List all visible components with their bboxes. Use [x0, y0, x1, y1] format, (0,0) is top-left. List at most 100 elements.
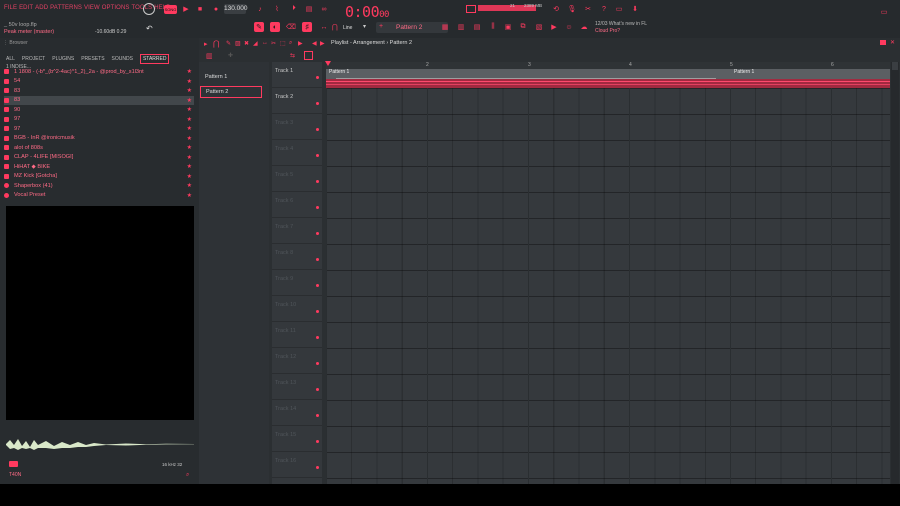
- snap-select[interactable]: Line: [343, 25, 352, 31]
- tab-project[interactable]: PROJECT: [22, 56, 45, 62]
- mute-led-icon[interactable]: [316, 414, 319, 417]
- arrangement-grid[interactable]: Pattern 1 Pattern 1: [326, 62, 890, 484]
- list-item[interactable]: MZ Kick [Gotcha] ★: [4, 172, 194, 182]
- track-header[interactable]: Track 13: [272, 374, 322, 400]
- plugin-icon[interactable]: ⧉: [518, 22, 528, 32]
- pattern-item[interactable]: Pattern 1: [200, 71, 262, 83]
- search-icon[interactable]: ⌕: [186, 472, 189, 479]
- edit-icon[interactable]: [304, 51, 313, 60]
- loop-record-icon[interactable]: ∞: [319, 4, 329, 14]
- window-maximize-icon[interactable]: [880, 40, 886, 45]
- timeline-ruler[interactable]: 2 3 4 5 6: [326, 62, 890, 69]
- track-header[interactable]: Track 6: [272, 192, 322, 218]
- list-item[interactable]: 97 ★: [4, 115, 194, 125]
- smile-icon[interactable]: ☺: [564, 22, 574, 32]
- list-item[interactable]: Vocal Preset ★: [4, 191, 194, 201]
- tool-mute-icon[interactable]: ♯: [302, 22, 312, 32]
- track-header[interactable]: Track 14: [272, 400, 322, 426]
- menu-file[interactable]: FILE: [4, 5, 17, 11]
- tab-plugins[interactable]: PLUGINS: [52, 56, 74, 62]
- track-header[interactable]: Track 8: [272, 244, 322, 270]
- tool-delete-icon[interactable]: ⌫: [286, 22, 296, 32]
- piano-icon[interactable]: ▥: [206, 52, 213, 60]
- arrow-right-icon[interactable]: ▶: [320, 40, 325, 47]
- snap-magnet-icon[interactable]: ⋂: [332, 23, 338, 31]
- mute-led-icon[interactable]: [316, 232, 319, 235]
- star-icon[interactable]: ★: [187, 182, 192, 189]
- star-icon[interactable]: ★: [187, 68, 192, 75]
- mute-led-icon[interactable]: [316, 362, 319, 365]
- play-icon[interactable]: ▶: [181, 4, 191, 14]
- mute-led-icon[interactable]: [316, 180, 319, 183]
- slip-tool-icon[interactable]: ↔: [262, 40, 268, 46]
- vertical-scrollbar[interactable]: [891, 62, 899, 484]
- chevron-down-icon[interactable]: ▾: [363, 23, 366, 30]
- star-icon[interactable]: ★: [187, 97, 192, 104]
- track-header[interactable]: Track 10: [272, 296, 322, 322]
- mute-led-icon[interactable]: [316, 258, 319, 261]
- track-header[interactable]: Track 16: [272, 452, 322, 478]
- project-icon[interactable]: ▧: [534, 22, 544, 32]
- window-minimize-icon[interactable]: ▭: [879, 7, 889, 17]
- channel-rack-icon[interactable]: ▤: [472, 22, 482, 32]
- pattern-selector[interactable]: + Pattern 2: [376, 22, 448, 33]
- plus-icon[interactable]: ✚: [228, 52, 233, 59]
- track-header[interactable]: Track 2: [272, 88, 322, 114]
- list-item[interactable]: 1 1808 - (-b*_(b^2-4ac)^1_2)_2a - @prod_…: [4, 67, 194, 77]
- list-item[interactable]: 83 ★: [4, 86, 194, 96]
- playback-tool-icon[interactable]: ▶: [298, 40, 303, 47]
- mute-led-icon[interactable]: [316, 388, 319, 391]
- scroll-thumb[interactable]: [892, 62, 898, 70]
- star-icon[interactable]: ★: [187, 144, 192, 151]
- star-icon[interactable]: ★: [187, 78, 192, 85]
- browser-icon[interactable]: ▣: [503, 22, 513, 32]
- delete-tool-icon[interactable]: ✖: [244, 40, 249, 47]
- star-icon[interactable]: ★: [187, 173, 192, 180]
- mixer-icon[interactable]: ⫼: [488, 22, 498, 32]
- sample-waveform[interactable]: [6, 436, 194, 452]
- undo-icon[interactable]: ⟲: [551, 4, 561, 14]
- countdown-icon[interactable]: ⌇: [272, 4, 282, 14]
- menu-edit[interactable]: EDIT: [19, 5, 33, 11]
- mute-led-icon[interactable]: [316, 440, 319, 443]
- pitch-icon[interactable]: ↶: [146, 24, 153, 33]
- track-header[interactable]: Track 15: [272, 426, 322, 452]
- mute-led-icon[interactable]: [316, 128, 319, 131]
- pat-song-toggle[interactable]: SONG: [164, 5, 177, 14]
- paint-tool-icon[interactable]: ▨: [235, 40, 241, 47]
- close-icon[interactable]: ✕: [890, 39, 895, 46]
- tempo-display[interactable]: 130.000: [224, 4, 248, 14]
- track-header[interactable]: Track 11: [272, 322, 322, 348]
- list-item-selected[interactable]: 83 ★: [4, 95, 194, 105]
- time-display[interactable]: 0:0000: [345, 3, 389, 21]
- scissors-icon[interactable]: ✂: [583, 4, 593, 14]
- list-item[interactable]: BGB - InR @ironicmusik ★: [4, 134, 194, 144]
- arrows-icon[interactable]: ⇆: [290, 52, 295, 59]
- track-header[interactable]: Track 1: [272, 62, 322, 88]
- stop-icon[interactable]: ■: [195, 4, 205, 14]
- star-icon[interactable]: ★: [187, 154, 192, 161]
- master-volume-knob[interactable]: [143, 3, 155, 15]
- speaker-icon[interactable]: [9, 461, 18, 467]
- star-icon[interactable]: ★: [187, 163, 192, 170]
- mute-tool-icon[interactable]: ◢: [253, 40, 258, 47]
- list-item[interactable]: 97 ★: [4, 124, 194, 134]
- mute-led-icon[interactable]: [316, 310, 319, 313]
- tool-paint-icon[interactable]: ◐: [270, 22, 280, 32]
- track-header[interactable]: Track 12: [272, 348, 322, 374]
- list-item[interactable]: Shaperbox (41) ★: [4, 181, 194, 191]
- menu-patterns[interactable]: PATTERNS: [50, 5, 82, 11]
- print-icon[interactable]: ▭: [614, 4, 624, 14]
- mute-led-icon[interactable]: [316, 466, 319, 469]
- tool-slip-icon[interactable]: ↔: [319, 22, 329, 32]
- snap-magnet-icon[interactable]: ⋂: [213, 39, 220, 48]
- piano-roll-icon[interactable]: ▥: [456, 22, 466, 32]
- star-icon[interactable]: ★: [187, 125, 192, 132]
- list-item[interactable]: CLAP - 4LIFE [MISOGI] ★: [4, 153, 194, 163]
- tab-sounds[interactable]: SOUNDS: [112, 56, 133, 62]
- playhead-marker[interactable]: [325, 61, 331, 66]
- star-icon[interactable]: ★: [187, 116, 192, 123]
- list-item[interactable]: HiHAT ◆ BIKE ★: [4, 162, 194, 172]
- playlist-icon[interactable]: ▦: [440, 22, 450, 32]
- menu-add[interactable]: ADD: [35, 5, 48, 11]
